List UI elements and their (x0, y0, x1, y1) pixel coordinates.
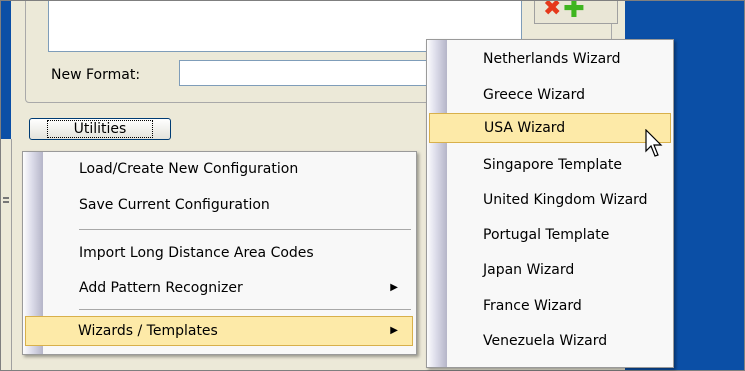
menu-item-import-area-codes[interactable]: Import Long Distance Area Codes (27, 238, 412, 268)
new-format-label: New Format: (51, 67, 141, 83)
menu-separator (79, 229, 411, 230)
menu-item-label: Netherlands Wizard (483, 51, 621, 67)
submenu-arrow-icon: ▶ (390, 325, 398, 336)
menu-item-label: USA Wizard (484, 120, 566, 136)
menu-item-france-wizard[interactable]: France Wizard (429, 291, 671, 321)
menu-item-label: United Kingdom Wizard (483, 192, 648, 208)
menu-separator (79, 309, 411, 310)
utilities-button[interactable]: Utilities (29, 118, 171, 140)
menu-item-save-config[interactable]: Save Current Configuration (27, 190, 412, 220)
menu-item-label: Wizards / Templates (78, 323, 218, 339)
menu-item-netherlands-wizard[interactable]: Netherlands Wizard (429, 44, 671, 74)
add-icon[interactable]: ✚ (563, 1, 585, 22)
menu-item-japan-wizard[interactable]: Japan Wizard (429, 255, 671, 285)
menu-item-label: Add Pattern Recognizer (79, 280, 243, 296)
menu-item-label: Greece Wizard (483, 87, 586, 103)
utilities-context-menu: Load/Create New Configuration Save Curre… (22, 151, 417, 355)
delete-icon[interactable]: ✖ (543, 1, 561, 20)
grip-mark (3, 201, 9, 203)
menu-item-united-kingdom-wizard[interactable]: United Kingdom Wizard (429, 185, 671, 215)
menu-item-label: Load/Create New Configuration (79, 161, 299, 177)
menu-item-venezuela-wizard[interactable]: Venezuela Wizard (429, 326, 671, 356)
menu-item-singapore-template[interactable]: Singapore Template (429, 150, 671, 180)
menu-item-label: Japan Wizard (483, 262, 575, 278)
menu-item-label: Singapore Template (483, 157, 622, 173)
menu-item-label: France Wizard (483, 298, 582, 314)
menu-item-label: Import Long Distance Area Codes (79, 245, 314, 261)
menu-item-add-pattern-recognizer[interactable]: Add Pattern Recognizer ▶ (27, 273, 412, 303)
menu-item-usa-wizard[interactable]: USA Wizard (429, 113, 671, 143)
grip-mark (3, 197, 9, 199)
menu-item-greece-wizard[interactable]: Greece Wizard (429, 80, 671, 110)
submenu-arrow-icon: ▶ (390, 282, 398, 293)
menu-item-load-create-config[interactable]: Load/Create New Configuration (27, 154, 412, 184)
menu-item-label: Portugal Template (483, 227, 610, 243)
menu-item-portugal-template[interactable]: Portugal Template (429, 220, 671, 250)
mouse-pointer-icon (645, 129, 663, 157)
menu-item-label: Save Current Configuration (79, 197, 270, 213)
side-splitter[interactable] (1, 139, 12, 370)
wizards-submenu: Netherlands Wizard Greece Wizard USA Wiz… (426, 39, 674, 368)
format-toolbar: ✖ ✚ (534, 1, 618, 24)
menu-item-label: Venezuela Wizard (483, 333, 608, 349)
utilities-button-label: Utilities (46, 120, 154, 138)
menu-item-wizards-templates[interactable]: Wizards / Templates ▶ (25, 316, 413, 346)
